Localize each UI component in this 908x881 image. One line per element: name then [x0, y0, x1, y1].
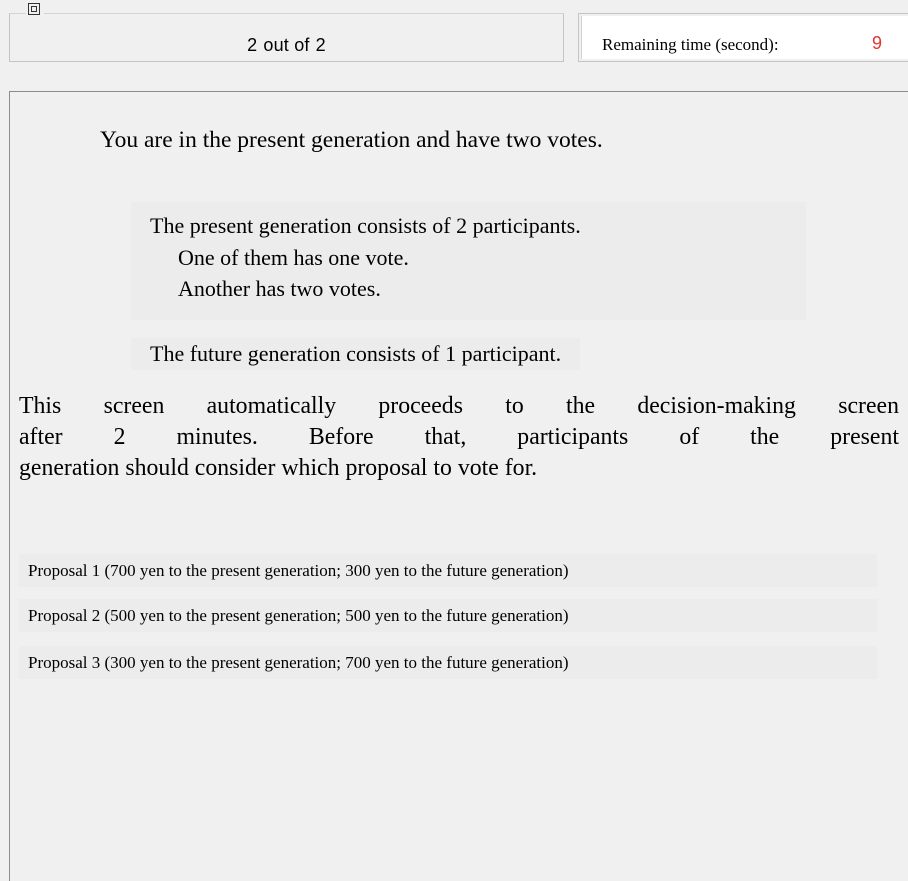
- experiment-screen: 2 out of 2 Remaining time (second): 9 You …: [0, 0, 908, 881]
- present-generation-summary: The present generation consists of 2 par…: [150, 213, 581, 238]
- future-generation-info: The future generation consists of 1 part…: [131, 338, 581, 370]
- period-current: 2: [247, 35, 258, 55]
- period-text: 2 out of 2: [10, 35, 563, 56]
- proposal-3: Proposal 3 (300 yen to the present gener…: [19, 646, 877, 679]
- present-generation-detail: One of them has one vote.: [178, 245, 409, 270]
- notice-line: generation should consider which proposa…: [19, 455, 538, 481]
- status-message: You are in the present generation and ha…: [90, 124, 613, 157]
- period-indicator: 2 out of 2: [9, 13, 564, 62]
- timer-label: Remaining time (second):: [602, 35, 779, 54]
- present-generation-detail: Another has two votes.: [178, 276, 381, 301]
- notice-line: This screen automatically proceeds to th…: [19, 393, 899, 419]
- notice-line: after 2 minutes. Before that, participan…: [19, 424, 899, 450]
- period-total: 2: [315, 35, 326, 55]
- timer-panel: Remaining time (second): 9: [578, 13, 908, 62]
- proposal-1: Proposal 1 (700 yen to the present gener…: [19, 554, 877, 587]
- timer-value: 9: [872, 33, 883, 53]
- window-restore-icon[interactable]: [26, 3, 44, 17]
- period-separator: out of: [263, 35, 310, 55]
- proposal-2: Proposal 2 (500 yen to the present gener…: [19, 599, 877, 632]
- notice-text: This screen automatically proceeds to th…: [19, 391, 899, 484]
